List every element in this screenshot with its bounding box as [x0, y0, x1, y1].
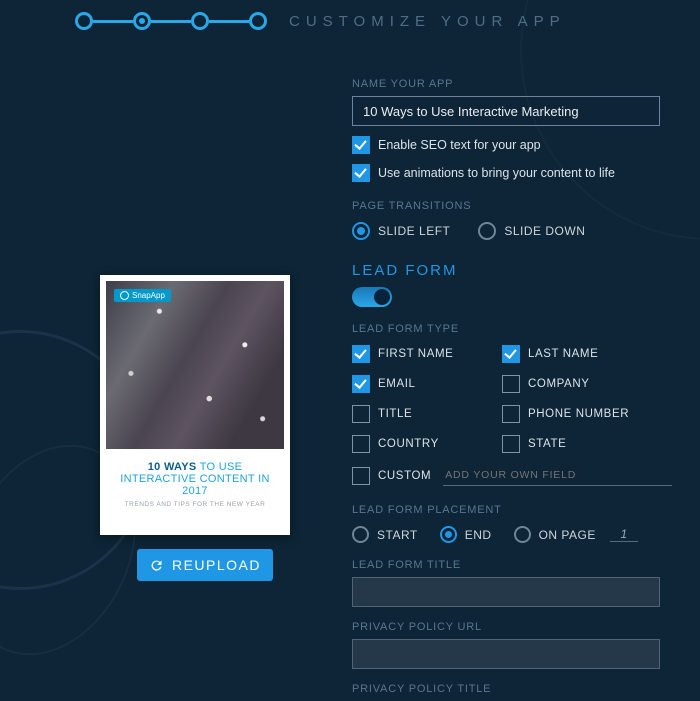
animations-label: Use animations to bring your content to …	[378, 166, 615, 180]
lead-form-title-label: LEAD FORM TITLE	[352, 559, 672, 571]
preview-cover-image: SnapApp	[106, 281, 284, 449]
field-phone[interactable]: PHONE NUMBER	[502, 405, 662, 423]
app-preview-card: SnapApp 10 WAYS TO USE INTERACTIVE CONTE…	[100, 275, 290, 535]
refresh-icon	[149, 558, 164, 573]
radio-on-page[interactable]	[514, 526, 531, 543]
field-company[interactable]: COMPANY	[502, 375, 662, 393]
radio-slide-left[interactable]	[352, 222, 370, 240]
checkbox-state[interactable]	[502, 435, 520, 453]
custom-field-input[interactable]	[443, 465, 672, 486]
field-first-name[interactable]: FIRST NAME	[352, 345, 502, 363]
field-custom-row: CUSTOM	[352, 465, 672, 486]
stepper-title: CUSTOMIZE YOUR APP	[289, 13, 566, 30]
checkbox-custom[interactable]	[352, 467, 370, 485]
step-3[interactable]	[191, 12, 209, 30]
lead-form-title-input[interactable]	[352, 577, 660, 607]
lead-form-fields-grid: FIRST NAME LAST NAME EMAIL COMPANY TITLE…	[352, 345, 672, 453]
page-transitions-group: SLIDE LEFT SLIDE DOWN	[352, 222, 672, 240]
radio-slide-down[interactable]	[478, 222, 496, 240]
animations-toggle-row[interactable]: Use animations to bring your content to …	[352, 164, 672, 182]
step-connector	[93, 20, 133, 23]
checkbox-email[interactable]	[352, 375, 370, 393]
privacy-url-label: PRIVACY POLICY URL	[352, 621, 672, 633]
brand-badge: SnapApp	[114, 289, 171, 302]
radio-start[interactable]	[352, 526, 369, 543]
step-connector	[151, 20, 191, 23]
checkbox-title[interactable]	[352, 405, 370, 423]
checkbox-company[interactable]	[502, 375, 520, 393]
privacy-url-input[interactable]	[352, 639, 660, 669]
on-page-number-input[interactable]	[610, 527, 638, 542]
preview-column: SnapApp 10 WAYS TO USE INTERACTIVE CONTE…	[100, 275, 310, 581]
lead-form-heading: LEAD FORM	[352, 262, 672, 279]
placement-end[interactable]: END	[440, 526, 492, 543]
seo-checkbox[interactable]	[352, 136, 370, 154]
lead-form-placement-label: LEAD FORM PLACEMENT	[352, 504, 672, 516]
field-title[interactable]: TITLE	[352, 405, 502, 423]
seo-toggle-row[interactable]: Enable SEO text for your app	[352, 136, 672, 154]
radio-end[interactable]	[440, 526, 457, 543]
checkbox-last-name[interactable]	[502, 345, 520, 363]
preview-title: 10 WAYS TO USE INTERACTIVE CONTENT IN 20…	[114, 461, 276, 497]
step-4[interactable]	[249, 12, 267, 30]
reupload-button[interactable]: REUPLOAD	[137, 549, 273, 581]
lead-form-toggle[interactable]	[352, 287, 392, 307]
reupload-label: REUPLOAD	[172, 557, 261, 573]
placement-on-page[interactable]: ON PAGE	[514, 526, 638, 543]
field-custom[interactable]: CUSTOM	[352, 467, 431, 485]
checkbox-country[interactable]	[352, 435, 370, 453]
field-state[interactable]: STATE	[502, 435, 662, 453]
name-your-app-label: NAME YOUR APP	[352, 78, 672, 90]
placement-start[interactable]: START	[352, 526, 418, 543]
lead-form-placement-group: START END ON PAGE	[352, 526, 672, 543]
animations-checkbox[interactable]	[352, 164, 370, 182]
page-transitions-label: PAGE TRANSITIONS	[352, 200, 672, 212]
lead-form-type-label: LEAD FORM TYPE	[352, 323, 672, 335]
privacy-title-label: PRIVACY POLICY TITLE	[352, 683, 672, 695]
transition-slide-left[interactable]: SLIDE LEFT	[352, 222, 450, 240]
checkbox-phone[interactable]	[502, 405, 520, 423]
preview-subtitle: TRENDS AND TIPS FOR THE NEW YEAR	[114, 501, 276, 508]
field-email[interactable]: EMAIL	[352, 375, 502, 393]
checkbox-first-name[interactable]	[352, 345, 370, 363]
wizard-stepper: CUSTOMIZE YOUR APP	[75, 12, 566, 30]
step-1[interactable]	[75, 12, 93, 30]
step-2[interactable]	[133, 12, 151, 30]
field-country[interactable]: COUNTRY	[352, 435, 502, 453]
seo-label: Enable SEO text for your app	[378, 138, 541, 152]
preview-title-block: 10 WAYS TO USE INTERACTIVE CONTENT IN 20…	[106, 449, 284, 514]
step-connector	[209, 20, 249, 23]
transition-slide-down[interactable]: SLIDE DOWN	[478, 222, 585, 240]
app-name-input[interactable]	[352, 96, 660, 126]
field-last-name[interactable]: LAST NAME	[502, 345, 662, 363]
customize-form: NAME YOUR APP Enable SEO text for your a…	[352, 72, 672, 701]
